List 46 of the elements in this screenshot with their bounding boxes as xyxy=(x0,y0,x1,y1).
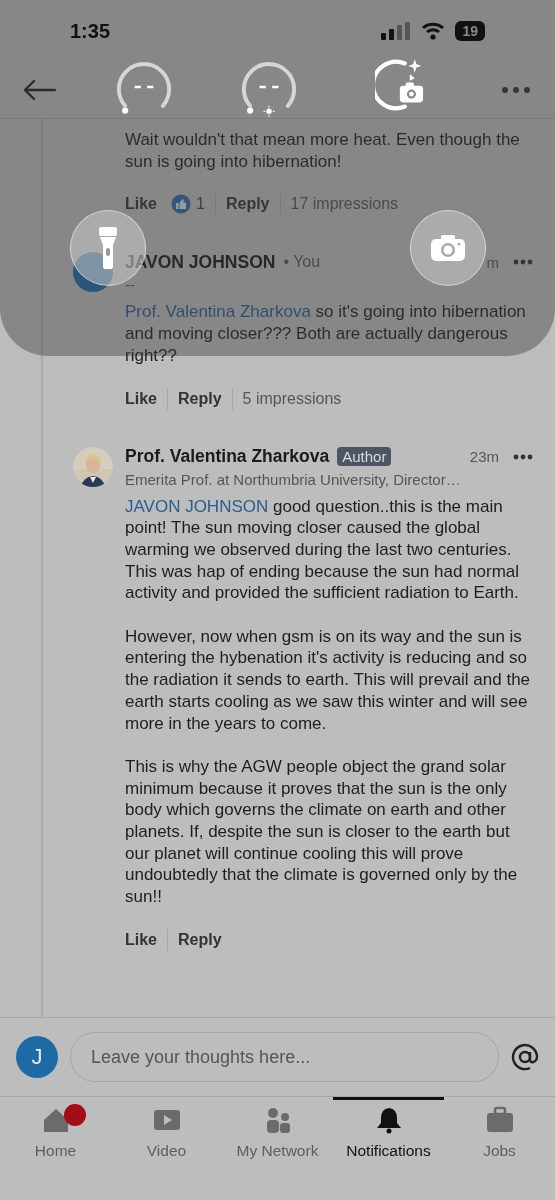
nav-tab[interactable]: Notifications xyxy=(333,1097,444,1200)
like-button[interactable]: Like xyxy=(125,195,157,214)
nav-tab[interactable]: Home xyxy=(0,1097,111,1200)
camera-icon xyxy=(430,234,466,262)
you-tag: • You xyxy=(283,253,321,272)
nav-tab[interactable]: Video xyxy=(111,1097,222,1200)
impressions-count: 17 impressions xyxy=(290,195,399,214)
author-badge: Author xyxy=(337,447,392,466)
more-icon[interactable] xyxy=(501,86,531,94)
like-button[interactable]: Like xyxy=(125,930,157,949)
reaction-count: 1 xyxy=(196,195,205,214)
mention-link[interactable]: Prof. Valentina Zharkova xyxy=(125,302,311,322)
comment-text: This is why the AGW people object the grand solar minimum because it proves that the sun is the only body which governs the climate on earth and other planets. If, despite the sun is closer to the earth but our planet will continue cooling this will prove undoubtedly that the climate is governed only by the sun!! xyxy=(125,755,519,908)
wifi-icon xyxy=(421,22,446,40)
more-icon[interactable] xyxy=(513,453,533,460)
nav-tab[interactable]: My Network xyxy=(222,1097,333,1200)
comment-text: Prof. Valentina Zharkova so it's going into hibernation and moving closer??? Both are actually dangerous right?? xyxy=(125,301,527,367)
reply-button[interactable]: Reply xyxy=(178,389,222,408)
comment-text: Wait wouldn't that mean more heat. Even though the sun is going into hibernation! xyxy=(125,129,521,173)
mention-link[interactable]: JAVON JOHNSON xyxy=(125,496,269,516)
author-name[interactable]: Prof. Valentina Zharkova xyxy=(125,446,330,467)
reply-button[interactable]: Reply xyxy=(225,195,270,214)
impressions-count: 5 impressions xyxy=(242,389,342,408)
author-headline: -- xyxy=(125,276,136,294)
more-icon[interactable] xyxy=(513,259,533,266)
clock-time: 1:35 xyxy=(70,19,111,43)
comment-text: However, now when gsm is on its way and the sun is entering the hybenation it's activity is reducing and so the radiation it sends to earth. This will prevail and the earth starts cooling as we saw this winter and will see more in the years to come. xyxy=(125,625,532,735)
flashlight-icon xyxy=(97,226,119,270)
battery-level: 19 xyxy=(455,21,485,41)
like-button[interactable]: Like xyxy=(125,389,157,408)
comment-input[interactable]: Leave your thoughts here... xyxy=(70,1032,499,1082)
user-avatar: J xyxy=(16,1036,58,1078)
comment-time: 23m xyxy=(469,448,499,465)
bell-icon xyxy=(374,1106,403,1134)
comment-time: m xyxy=(486,253,499,271)
at-sign-icon[interactable] xyxy=(511,1043,539,1071)
comment-text: JAVON JOHNSON good question..this is the main point! The sun moving closer caused the global warming we observed during the last two centuries. This was hap of ending because the sun had normal activity and provided the sufficient radiation to Earth. xyxy=(125,495,521,605)
back-arrow-icon[interactable] xyxy=(22,79,56,101)
nav-tab[interactable]: Jobs xyxy=(444,1097,555,1200)
thumbs-up-icon xyxy=(171,194,191,215)
signal-icon xyxy=(381,22,412,40)
author-name[interactable]: JAVON JOHNSON xyxy=(125,251,276,273)
reply-button[interactable]: Reply xyxy=(178,930,222,949)
home-icon xyxy=(41,1106,70,1134)
author-headline: Emerita Prof. at Northumbria University, Director… xyxy=(125,470,462,488)
briefcase-icon xyxy=(485,1106,514,1134)
